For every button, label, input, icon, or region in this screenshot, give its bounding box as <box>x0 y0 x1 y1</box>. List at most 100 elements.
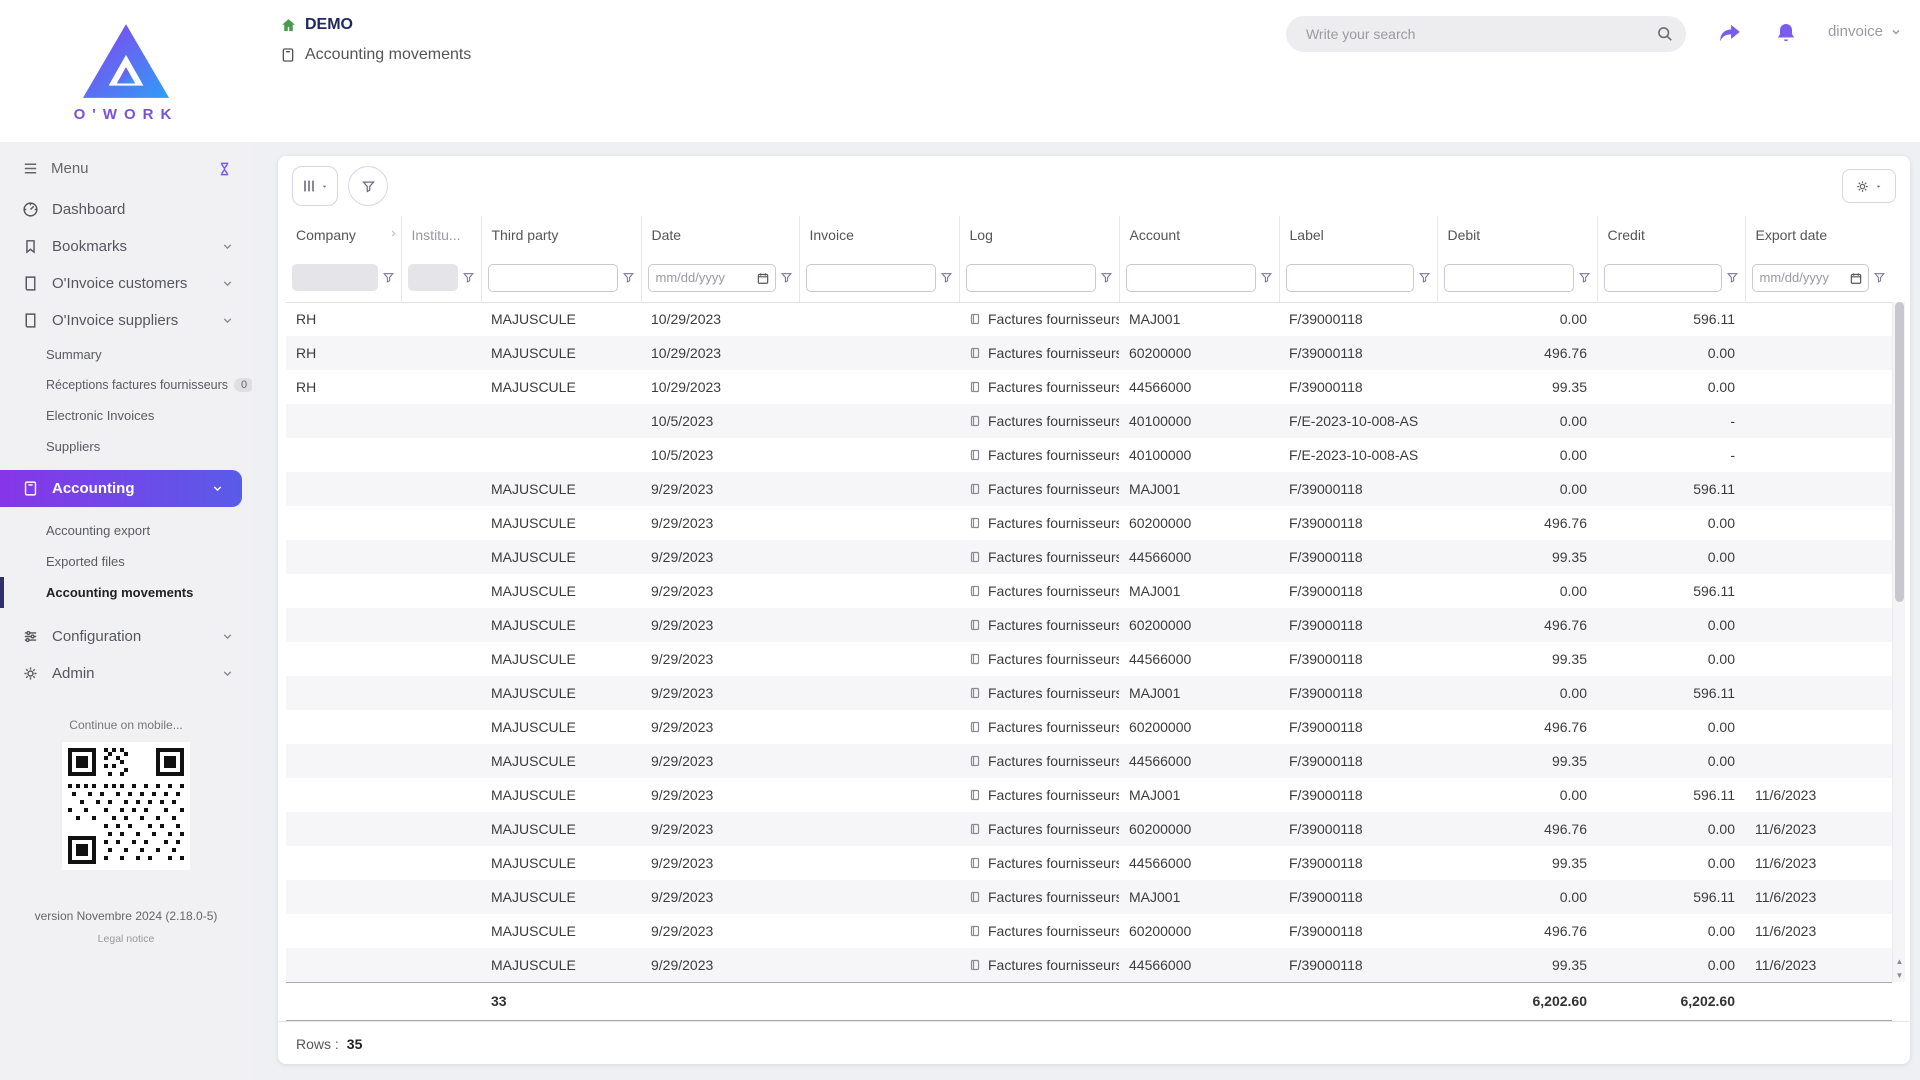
scrollbar-thumb[interactable] <box>1895 302 1904 602</box>
sidebar-item-label: Accounting <box>52 480 135 497</box>
search-input[interactable] <box>1286 26 1686 42</box>
cell-institution <box>401 574 481 608</box>
owork-logo-text: O'WORK <box>74 106 179 123</box>
column-header-date[interactable]: Date <box>641 216 799 254</box>
account-filter-input[interactable] <box>1126 264 1256 292</box>
cell-export-date <box>1745 642 1892 676</box>
table-row[interactable]: MAJUSCULE 9/29/2023 Factures fournisseur… <box>286 608 1892 642</box>
third-party-filter-input[interactable] <box>488 264 618 292</box>
funnel-icon[interactable] <box>462 271 475 284</box>
cell-label: F/39000118 <box>1279 608 1437 642</box>
sidebar-subitem-suppliers[interactable]: Suppliers <box>0 431 252 462</box>
table-row[interactable]: MAJUSCULE 9/29/2023 Factures fournisseur… <box>286 540 1892 574</box>
cell-date: 10/29/2023 <box>641 336 799 370</box>
table-row[interactable]: RH MAJUSCULE 10/29/2023 Factures fournis… <box>286 370 1892 404</box>
table-row[interactable]: MAJUSCULE 9/29/2023 Factures fournisseur… <box>286 506 1892 540</box>
table-row[interactable]: MAJUSCULE 9/29/2023 Factures fournisseur… <box>286 574 1892 608</box>
legal-notice-link[interactable]: Legal notice <box>0 933 252 945</box>
sidebar-item-oinvoice-customers[interactable]: O'Invoice customers <box>0 265 252 302</box>
funnel-icon[interactable] <box>1100 271 1113 284</box>
share-icon[interactable] <box>1716 16 1744 46</box>
funnel-icon[interactable] <box>940 271 953 284</box>
table-body: RH MAJUSCULE 10/29/2023 Factures fournis… <box>286 302 1892 982</box>
sidebar-subitem-summary[interactable]: Summary <box>0 339 252 370</box>
column-header-label[interactable]: Label <box>1279 216 1437 254</box>
funnel-icon[interactable] <box>1578 271 1591 284</box>
sidebar-subitem-receptions[interactable]: Réceptions factures fournisseurs 0 <box>0 370 252 400</box>
cell-date: 9/29/2023 <box>641 778 799 812</box>
table-row[interactable]: MAJUSCULE 9/29/2023 Factures fournisseur… <box>286 676 1892 710</box>
column-header-log[interactable]: Log <box>959 216 1119 254</box>
cell-export-date <box>1745 710 1892 744</box>
funnel-icon[interactable] <box>382 271 395 284</box>
table-row[interactable]: RH MAJUSCULE 10/29/2023 Factures fournis… <box>286 336 1892 370</box>
debit-filter-input[interactable] <box>1444 264 1574 292</box>
journal-icon <box>969 619 981 631</box>
funnel-icon[interactable] <box>1726 271 1739 284</box>
column-header-invoice[interactable]: Invoice <box>799 216 959 254</box>
table-row[interactable]: RH MAJUSCULE 10/29/2023 Factures fournis… <box>286 302 1892 336</box>
column-header-export-date[interactable]: Export date <box>1745 216 1892 254</box>
table-row[interactable]: MAJUSCULE 9/29/2023 Factures fournisseur… <box>286 642 1892 676</box>
column-header-institution[interactable]: Institu... <box>401 216 481 254</box>
sidebar-menu-toggle[interactable]: Menu <box>0 142 252 191</box>
user-menu[interactable]: dinvoice <box>1828 16 1902 40</box>
table-row[interactable]: MAJUSCULE 9/29/2023 Factures fournisseur… <box>286 812 1892 846</box>
search-icon[interactable] <box>1655 24 1674 43</box>
funnel-icon[interactable] <box>1873 271 1886 284</box>
sidebar-item-oinvoice-suppliers[interactable]: O'Invoice suppliers <box>0 302 252 339</box>
table-row[interactable]: MAJUSCULE 9/29/2023 Factures fournisseur… <box>286 710 1892 744</box>
sidebar-item-configuration[interactable]: Configuration <box>0 618 252 655</box>
scroll-up-arrow[interactable]: ▲ <box>1893 954 1906 968</box>
app-logo[interactable]: O'WORK <box>0 0 252 142</box>
sidebar-subitem-accounting-export[interactable]: Accounting export <box>0 515 252 546</box>
cell-third-party: MAJUSCULE <box>481 710 641 744</box>
breadcrumb[interactable]: DEMO <box>280 16 471 34</box>
column-header-credit[interactable]: Credit <box>1597 216 1745 254</box>
company-filter[interactable] <box>292 264 378 291</box>
sidebar-item-dashboard[interactable]: Dashboard <box>0 191 252 228</box>
label-filter-input[interactable] <box>1286 264 1414 292</box>
credit-filter-input[interactable] <box>1604 264 1722 292</box>
invoice-filter-input[interactable] <box>806 264 936 292</box>
vertical-scrollbar[interactable]: ▲ ▼ <box>1892 302 1905 982</box>
date-filter-input[interactable] <box>648 264 776 292</box>
column-header-debit[interactable]: Debit <box>1437 216 1597 254</box>
column-chooser-button[interactable] <box>292 166 338 206</box>
table-row[interactable]: MAJUSCULE 9/29/2023 Factures fournisseur… <box>286 914 1892 948</box>
column-header-row: Company Institu... Third party Date Invo… <box>286 216 1892 254</box>
table-row[interactable]: 10/5/2023 Factures fournisseurs 40100000… <box>286 404 1892 438</box>
table-settings-button[interactable] <box>1842 169 1896 203</box>
export-date-filter-input[interactable] <box>1752 264 1870 292</box>
column-header-account[interactable]: Account <box>1119 216 1279 254</box>
column-header-company[interactable]: Company <box>286 216 401 254</box>
sidebar-item-admin[interactable]: Admin <box>0 655 252 692</box>
table-row[interactable]: MAJUSCULE 9/29/2023 Factures fournisseur… <box>286 744 1892 778</box>
column-header-third-party[interactable]: Third party <box>481 216 641 254</box>
funnel-icon[interactable] <box>1260 271 1273 284</box>
notifications-bell-icon[interactable] <box>1774 16 1798 46</box>
funnel-icon[interactable] <box>622 271 635 284</box>
pin-hourglass-icon[interactable] <box>217 161 232 177</box>
funnel-icon[interactable] <box>780 271 793 284</box>
cell-credit: 596.11 <box>1597 574 1745 608</box>
sidebar-subitem-accounting-movements[interactable]: Accounting movements <box>0 577 252 608</box>
table-row[interactable]: MAJUSCULE 9/29/2023 Factures fournisseur… <box>286 948 1892 982</box>
table-row[interactable]: 10/5/2023 Factures fournisseurs 40100000… <box>286 438 1892 472</box>
table-row[interactable]: MAJUSCULE 9/29/2023 Factures fournisseur… <box>286 472 1892 506</box>
table-row[interactable]: MAJUSCULE 9/29/2023 Factures fournisseur… <box>286 880 1892 914</box>
table-row[interactable]: MAJUSCULE 9/29/2023 Factures fournisseur… <box>286 846 1892 880</box>
table-row[interactable]: MAJUSCULE 9/29/2023 Factures fournisseur… <box>286 778 1892 812</box>
cell-log: Factures fournisseurs <box>959 812 1119 846</box>
sidebar-subitem-electronic-invoices[interactable]: Electronic Invoices <box>0 400 252 431</box>
cell-label: F/39000118 <box>1279 506 1437 540</box>
sidebar-item-accounting[interactable]: Accounting <box>0 470 242 507</box>
sidebar-item-bookmarks[interactable]: Bookmarks <box>0 228 252 265</box>
scroll-down-arrow[interactable]: ▼ <box>1893 968 1906 982</box>
filter-toggle-button[interactable] <box>348 166 388 206</box>
cell-credit: 0.00 <box>1597 710 1745 744</box>
log-filter-input[interactable] <box>966 264 1096 292</box>
sidebar-subitem-exported-files[interactable]: Exported files <box>0 546 252 577</box>
institution-filter[interactable] <box>408 264 458 291</box>
funnel-icon[interactable] <box>1418 271 1431 284</box>
